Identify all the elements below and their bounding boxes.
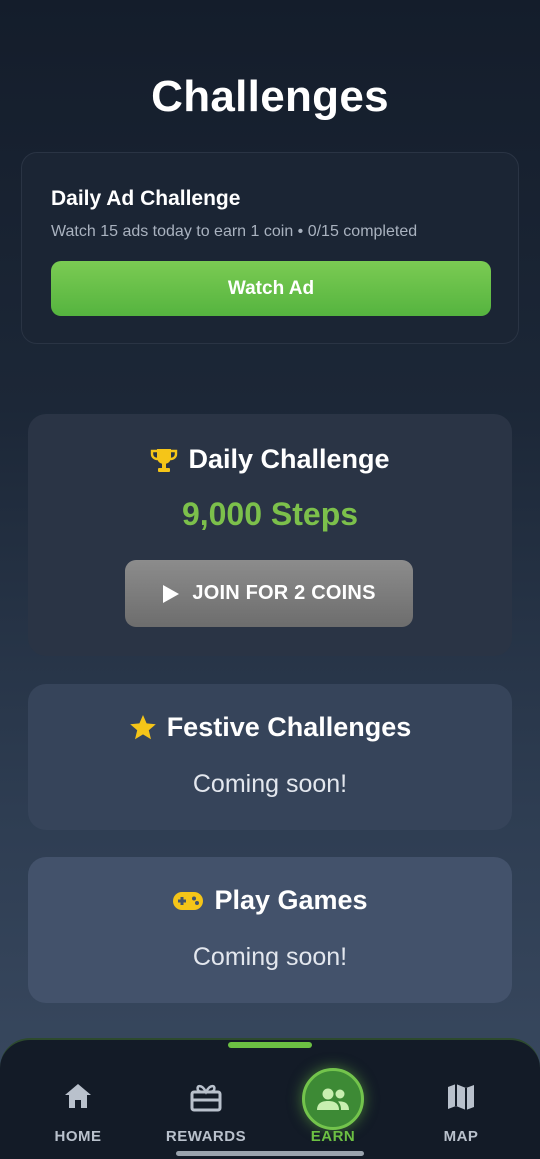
- map-icon: [446, 1082, 476, 1112]
- star-icon: [129, 714, 157, 741]
- festive-challenges-header: Festive Challenges: [28, 712, 512, 743]
- earn-button-circle: [302, 1068, 364, 1130]
- daily-challenge-header: Daily Challenge: [28, 444, 512, 475]
- home-icon: [63, 1082, 93, 1110]
- daily-challenge-goal: 9,000 Steps: [181, 496, 359, 532]
- gift-icon: [190, 1082, 222, 1112]
- nav-item-home[interactable]: HOME: [18, 1040, 138, 1159]
- play-games-status: Coming soon!: [192, 943, 348, 971]
- system-home-indicator[interactable]: [176, 1151, 364, 1156]
- festive-challenges-card[interactable]: Festive Challenges Coming soon!: [28, 684, 512, 830]
- nav-label-home: HOME: [54, 1128, 102, 1145]
- daily-challenge-card: Daily Challenge 9,000 Steps JOIN FOR 2 C…: [28, 414, 512, 656]
- daily-ad-challenge-card: Daily Ad Challenge Watch 15 ads today to…: [21, 152, 519, 344]
- bottom-navigation: HOME REWARDS EARN MAP: [0, 1038, 540, 1159]
- play-icon: [162, 584, 180, 604]
- ad-challenge-description: Watch 15 ads today to earn 1 coin • 0/15…: [51, 223, 418, 240]
- play-games-header: Play Games: [28, 885, 512, 916]
- join-challenge-button[interactable]: JOIN FOR 2 COINS: [125, 560, 413, 627]
- watch-ad-button[interactable]: Watch Ad: [51, 261, 491, 316]
- festive-status: Coming soon!: [192, 770, 348, 798]
- daily-challenge-title: Daily Challenge: [188, 444, 390, 474]
- page-title: Challenges: [151, 72, 389, 121]
- join-button-label: JOIN FOR 2 COINS: [192, 582, 376, 604]
- nav-label-rewards: REWARDS: [165, 1128, 247, 1145]
- nav-item-map[interactable]: MAP: [401, 1040, 521, 1159]
- group-icon: [316, 1087, 350, 1111]
- play-games-title: Play Games: [214, 885, 368, 915]
- festive-challenges-title: Festive Challenges: [166, 712, 412, 742]
- trophy-icon: [150, 447, 178, 473]
- ad-challenge-title: Daily Ad Challenge: [51, 187, 241, 210]
- play-games-card[interactable]: Play Games Coming soon!: [28, 857, 512, 1003]
- nav-item-earn[interactable]: EARN: [273, 1040, 393, 1159]
- nav-label-earn: EARN: [310, 1128, 356, 1145]
- gamepad-icon: [172, 890, 204, 912]
- nav-label-map: MAP: [443, 1128, 479, 1145]
- nav-item-rewards[interactable]: REWARDS: [146, 1040, 266, 1159]
